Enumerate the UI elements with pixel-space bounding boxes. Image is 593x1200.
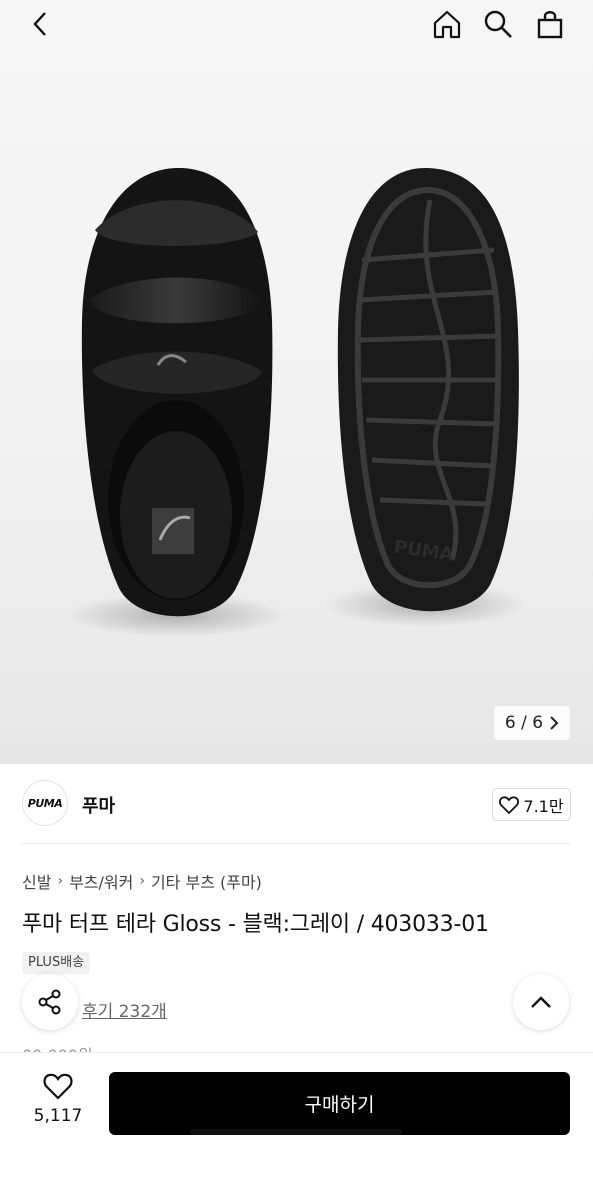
brand-like-count: 7.1만 — [523, 796, 564, 816]
back-button[interactable] — [20, 4, 60, 44]
search-button[interactable] — [478, 4, 518, 44]
divider — [22, 843, 571, 844]
product-image: PUMA — [66, 167, 525, 637]
image-counter[interactable]: 6 / 6 — [494, 706, 570, 740]
image-counter-text: 6 / 6 — [504, 713, 544, 733]
scroll-to-top-button[interactable] — [513, 974, 569, 1030]
wishlist-button[interactable]: 5,117 — [20, 1073, 96, 1137]
home-indicator — [190, 1129, 402, 1135]
chevron-right-icon — [550, 716, 559, 730]
product-title: 푸마 터프 테라 Gloss - 블랙:그레이 / 403033-01 — [22, 912, 489, 937]
brand-name[interactable]: 푸마 — [82, 792, 115, 818]
share-icon — [38, 989, 61, 1015]
brand-row[interactable]: PUMA 푸마 7.1만 — [22, 780, 571, 828]
top-navigation-bar — [0, 0, 593, 48]
search-icon — [484, 10, 512, 38]
chevron-right-icon: › — [57, 873, 64, 889]
breadcrumb: 신발 › 부츠/워커 › 기타 부츠 (푸마) — [22, 869, 262, 893]
home-icon — [433, 10, 461, 39]
buy-button[interactable]: 구매하기 — [109, 1072, 570, 1135]
share-button[interactable] — [22, 974, 78, 1030]
delivery-badge: PLUS배송 — [22, 952, 91, 974]
breadcrumb-item-other-boots[interactable]: 기타 부츠 (푸마) — [151, 869, 262, 893]
heart-icon — [499, 795, 520, 814]
heart-icon — [43, 1073, 73, 1100]
brand-like-button[interactable]: 7.1만 — [492, 788, 571, 821]
chevron-left-icon — [33, 12, 46, 36]
home-button[interactable] — [427, 4, 467, 44]
breadcrumb-item-shoes[interactable]: 신발 — [22, 869, 51, 893]
chevron-right-icon: › — [139, 873, 145, 889]
cart-button[interactable] — [530, 4, 570, 44]
chevron-up-icon — [531, 996, 551, 1008]
shopping-bag-icon — [537, 11, 563, 39]
reviews-link[interactable]: 후기 232개 — [82, 997, 167, 1022]
breadcrumb-item-boots[interactable]: 부츠/워커 — [69, 869, 133, 893]
bottom-action-bar: 5,117 구매하기 — [0, 1052, 593, 1200]
brand-logo[interactable]: PUMA — [22, 780, 68, 826]
product-image-gallery[interactable]: PUMA 6 / 6 — [0, 0, 593, 764]
wishlist-count: 5,117 — [33, 1106, 83, 1126]
